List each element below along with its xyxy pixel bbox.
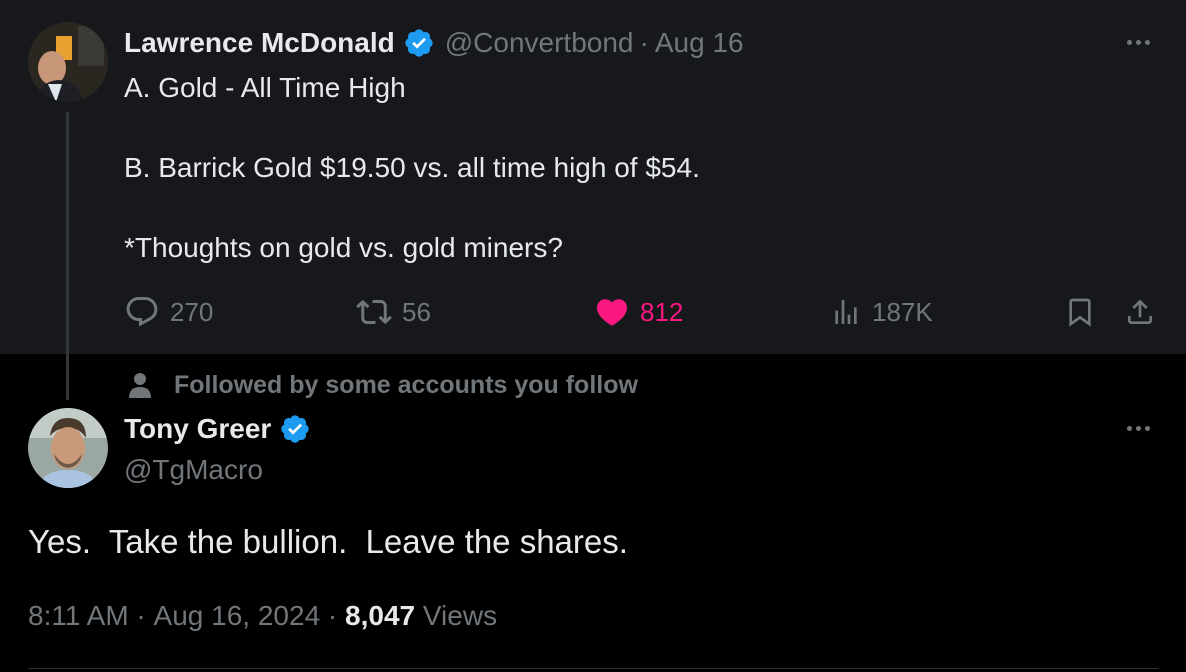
more-dot-icon	[1145, 40, 1150, 45]
tweet-date[interactable]: Aug 16, 2024	[154, 596, 321, 636]
tweet-metadata: 8:11 AM · Aug 16, 2024 · 8,047 Views	[28, 596, 497, 636]
lawrence-mcdonald-avatar[interactable]	[28, 22, 108, 102]
more-options-button[interactable]	[1127, 40, 1150, 45]
thread-connector-line	[66, 112, 69, 400]
reply-button[interactable]: 270	[124, 290, 213, 334]
more-dot-icon	[1136, 426, 1141, 431]
parent-tweet-text: A. Gold - All Time High B. Barrick Gold …	[124, 68, 1124, 268]
reply-count: 270	[170, 296, 214, 327]
views-total: 8,047	[345, 600, 416, 631]
author-handle[interactable]: @Convertbond	[445, 27, 634, 59]
separator-dot: ·	[320, 600, 346, 631]
reply-tweet-text: Yes. Take the bullion. Leave the shares.	[28, 523, 628, 560]
separator-dot: ·	[128, 600, 154, 631]
tweet-text-line: *Thoughts on gold vs. gold miners?	[124, 232, 563, 263]
views-label: Views	[415, 600, 498, 631]
more-dot-icon	[1136, 40, 1141, 45]
author-name[interactable]: Lawrence McDonald	[124, 27, 395, 59]
tweet-text-line: B. Barrick Gold $19.50 vs. all time high…	[124, 152, 700, 183]
repost-button[interactable]: 56	[356, 290, 431, 334]
separator-dot: ·	[639, 27, 649, 58]
verified-badge-icon[interactable]	[279, 413, 311, 445]
parent-tweet-header: Lawrence McDonald @Convertbond · Aug 16	[124, 22, 744, 64]
tweet-date[interactable]: Aug 16	[655, 27, 744, 59]
verified-badge-icon[interactable]	[403, 27, 435, 59]
divider	[28, 668, 1158, 669]
more-options-button[interactable]	[1127, 426, 1150, 431]
repost-count: 56	[402, 296, 431, 327]
bookmark-icon	[1069, 298, 1091, 327]
repost-icon	[356, 299, 392, 325]
tweet-action-bar: 270 56 812 187K	[0, 290, 1186, 334]
social-context-label[interactable]: Followed by some accounts you follow	[174, 371, 638, 400]
bookmark-button[interactable]	[1064, 290, 1096, 334]
share-button[interactable]	[1124, 290, 1156, 334]
like-button[interactable]: 812	[594, 290, 683, 334]
avatar-photo-icon	[28, 22, 108, 102]
tony-greer-avatar[interactable]	[28, 408, 108, 488]
views-chart-icon	[835, 300, 857, 324]
like-count: 812	[640, 296, 684, 327]
share-icon	[1128, 299, 1152, 324]
heart-filled-icon	[596, 299, 628, 326]
avatar-photo-icon	[28, 408, 108, 488]
social-context: Followed by some accounts you follow	[128, 366, 638, 404]
reply-tweet-header: Tony Greer @TgMacro	[124, 408, 311, 490]
author-handle[interactable]: @TgMacro	[124, 450, 311, 490]
tweet-time[interactable]: 8:11 AM	[28, 596, 129, 636]
more-dot-icon	[1127, 426, 1132, 431]
more-dot-icon	[1145, 426, 1150, 431]
tweet-text-line: A. Gold - All Time High	[124, 72, 406, 103]
views-button[interactable]: 187K	[830, 290, 933, 334]
author-name[interactable]: Tony Greer	[124, 413, 271, 445]
views-count: 187K	[872, 296, 933, 327]
reply-icon	[126, 297, 158, 327]
person-icon	[129, 373, 151, 398]
more-dot-icon	[1127, 40, 1132, 45]
